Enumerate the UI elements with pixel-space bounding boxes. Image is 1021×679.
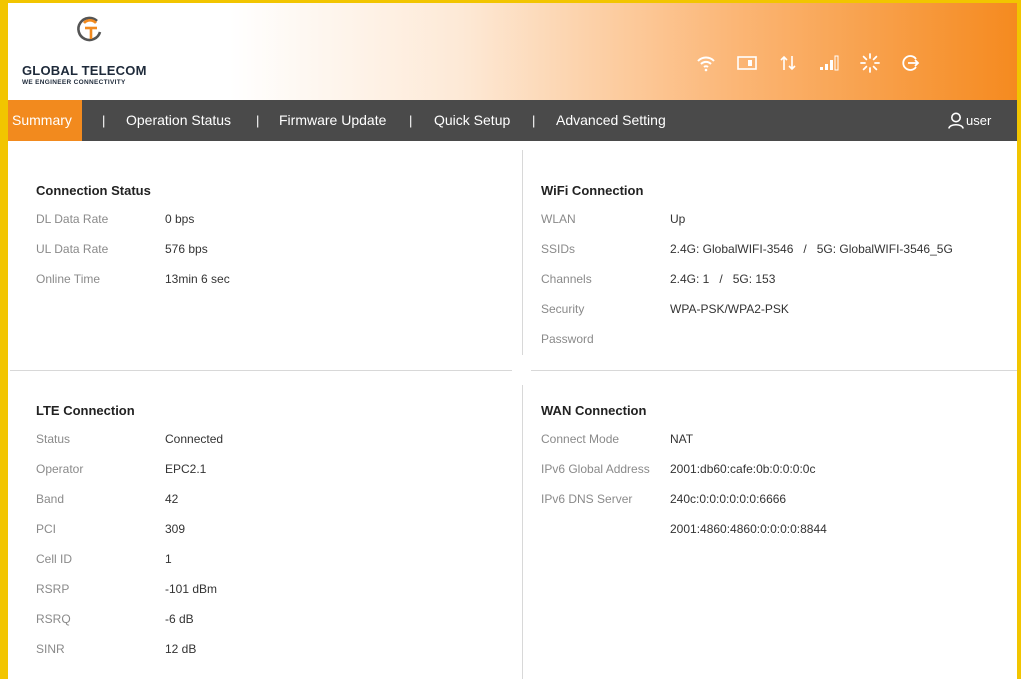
row-value: -6 dB	[165, 612, 194, 626]
sim-card-icon[interactable]	[735, 51, 759, 75]
row-value: 1	[165, 552, 172, 566]
brand-tagline: WE ENGINEER CONNECTIVITY	[22, 79, 126, 86]
row-value: 42	[165, 492, 179, 506]
wifi-connection-title: WiFi Connection	[541, 183, 644, 198]
row-value: 12 dB	[165, 642, 197, 656]
row-value: 240c:0:0:0:0:0:0:6666	[670, 492, 787, 506]
data-transfer-icon[interactable]	[776, 51, 800, 75]
row-label: SSIDs	[541, 242, 576, 256]
row-value: -101 dBm	[165, 582, 218, 596]
row-label: PCI	[36, 522, 57, 536]
row-label: Online Time	[36, 272, 101, 286]
nav-item-quick-setup[interactable]: Quick Setup	[434, 100, 510, 141]
user-icon	[948, 112, 964, 129]
nav-item-advanced-setting[interactable]: Advanced Setting	[556, 100, 666, 141]
header: GLOBAL TELECOM WE ENGINEER CONNECTIVITY	[8, 3, 1017, 100]
row-label: IPv6 DNS Server	[541, 492, 633, 506]
nav-separator: |	[532, 113, 536, 128]
row-label: UL Data Rate	[36, 242, 109, 256]
nav-separator: |	[102, 113, 106, 128]
row-label: Password	[541, 332, 594, 346]
status-icons	[694, 51, 923, 75]
row-value: Up	[670, 212, 686, 226]
user-label: user	[966, 113, 992, 128]
lte-connection-title: LTE Connection	[36, 403, 135, 418]
row-value: 0 bps	[165, 212, 195, 226]
row-label: Band	[36, 492, 65, 506]
divider-vertical-top	[522, 150, 523, 355]
logout-icon[interactable]	[899, 51, 923, 75]
row-value: 309	[165, 522, 186, 536]
row-value: 13min 6 sec	[165, 272, 230, 286]
connection-status-title: Connection Status	[36, 183, 151, 198]
nav-item-operation-status[interactable]: Operation Status	[126, 100, 231, 141]
row-value: 576 bps	[165, 242, 208, 256]
row-label: SINR	[36, 642, 65, 656]
main-navbar: Summary | Operation Status | Firmware Up…	[8, 100, 1017, 141]
row-value: 2001:4860:4860:0:0:0:0:8844	[670, 522, 827, 536]
divider-vertical-bottom	[522, 385, 523, 679]
nav-item-summary[interactable]: Summary	[8, 100, 82, 141]
nav-item-firmware-update[interactable]: Firmware Update	[279, 100, 386, 141]
row-value: 2.4G: 1 / 5G: 153	[670, 272, 776, 286]
row-label: WLAN	[541, 212, 576, 226]
row-label: Security	[541, 302, 585, 316]
nav-separator: |	[409, 113, 413, 128]
row-label: RSRP	[36, 582, 70, 596]
row-value: 2.4G: GlobalWIFI-3546 / 5G: GlobalWIFI-3…	[670, 242, 953, 256]
row-label: IPv6 Global Address	[541, 462, 650, 476]
loading-icon	[858, 51, 882, 75]
row-label: Operator	[36, 462, 84, 476]
row-label: DL Data Rate	[36, 212, 109, 226]
row-label: RSRQ	[36, 612, 71, 626]
row-label: Cell ID	[36, 552, 73, 566]
nav-separator: |	[256, 113, 260, 128]
signal-strength-icon[interactable]	[817, 51, 841, 75]
row-value: EPC2.1	[165, 462, 207, 476]
row-label: Channels	[541, 272, 592, 286]
divider-horizontal-left	[10, 370, 512, 371]
wifi-icon[interactable]	[694, 51, 718, 75]
wan-connection-title: WAN Connection	[541, 403, 647, 418]
row-value: NAT	[670, 432, 694, 446]
divider-horizontal-right	[531, 370, 1017, 371]
user-menu[interactable]: user	[948, 100, 991, 141]
brand-name: GLOBAL TELECOM	[22, 63, 147, 78]
row-label: Status	[36, 432, 71, 446]
brand-logo: GLOBAL TELECOM WE ENGINEER CONNECTIVITY	[18, 13, 188, 93]
row-value: WPA-PSK/WPA2-PSK	[670, 302, 789, 316]
row-value: 2001:db60:cafe:0b:0:0:0:0c	[670, 462, 816, 476]
logo-mark-icon	[77, 16, 102, 42]
row-value: Connected	[165, 432, 224, 446]
row-label: Connect Mode	[541, 432, 620, 446]
